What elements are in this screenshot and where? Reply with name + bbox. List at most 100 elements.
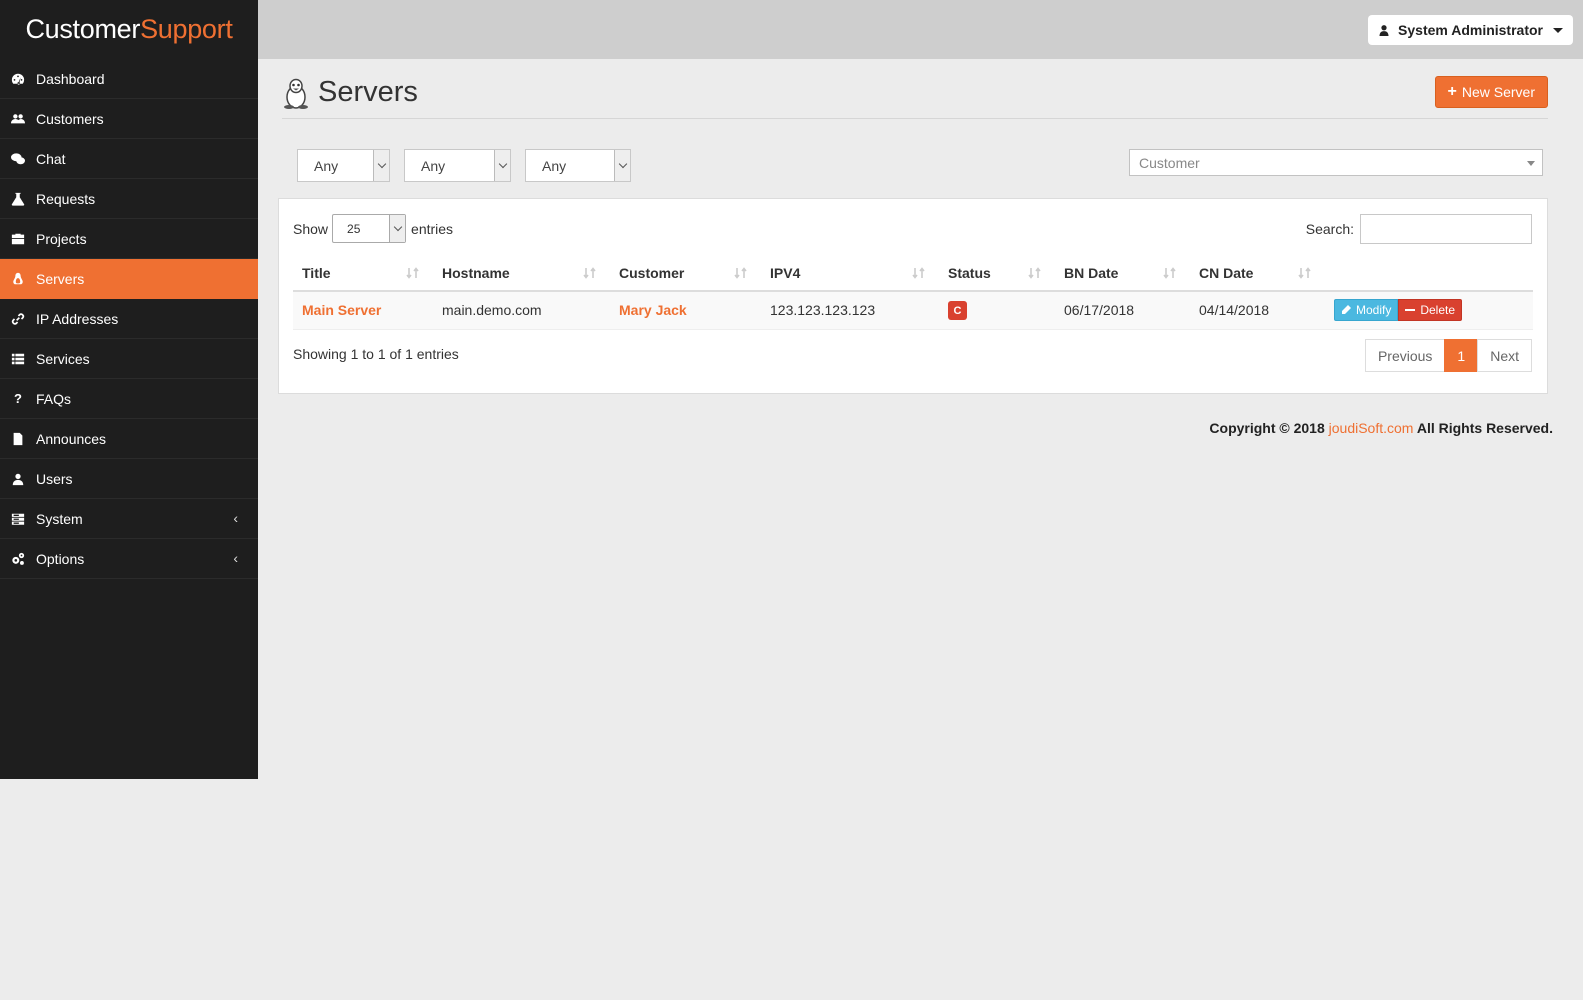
- sort-icon: [912, 267, 925, 279]
- pencil-icon: [1342, 305, 1351, 315]
- filter-value: Any: [421, 157, 446, 174]
- customer-link[interactable]: Mary Jack: [619, 302, 687, 318]
- column-header-cn-date[interactable]: CN Date: [1190, 256, 1325, 292]
- delete-button[interactable]: Delete: [1398, 299, 1463, 322]
- sort-icon: [406, 267, 419, 279]
- plus-icon: +: [1447, 83, 1457, 100]
- column-header-hostname[interactable]: Hostname: [433, 256, 610, 292]
- search-input[interactable]: [1360, 214, 1532, 244]
- sidebar-item-dashboard[interactable]: Dashboard: [0, 59, 258, 99]
- sort-icon: [1163, 267, 1176, 279]
- sidebar-item-servers[interactable]: Servers: [0, 259, 258, 299]
- previous-button[interactable]: Previous: [1364, 339, 1446, 372]
- page-1-button[interactable]: 1: [1444, 339, 1479, 372]
- cell-status: C: [939, 291, 1055, 330]
- search-label: Search:: [1305, 221, 1354, 237]
- sidebar-item-projects[interactable]: Projects: [0, 219, 258, 259]
- chevron-down-icon: [389, 215, 406, 242]
- pagination: Previous 1 Next: [1364, 339, 1532, 372]
- user-icon: [1379, 25, 1389, 36]
- table-row: Main Server main.demo.com Mary Jack 123.…: [293, 291, 1533, 330]
- sidebar-item-label: Users: [36, 470, 73, 487]
- chevron-down-icon: [614, 150, 630, 181]
- page-length-value: 25: [347, 221, 361, 236]
- brand-part2: Support: [140, 14, 233, 44]
- sidebar-item-options[interactable]: Options ‹: [0, 539, 258, 579]
- sidebar-item-users[interactable]: Users: [0, 459, 258, 499]
- sidebar-item-label: Servers: [36, 270, 85, 287]
- sidebar-item-faqs[interactable]: ? FAQs: [0, 379, 258, 419]
- filter-value: Any: [314, 157, 339, 174]
- sort-icon: [1298, 267, 1311, 279]
- next-button[interactable]: Next: [1477, 339, 1532, 372]
- servers-table: Title Hostname Customer IPV4 Status BN D…: [293, 256, 1533, 330]
- footer-link[interactable]: joudiSoft.com: [1329, 420, 1414, 436]
- list-icon: [10, 352, 26, 366]
- page-title: Servers: [318, 76, 418, 108]
- sidebar-item-announces[interactable]: Announces: [0, 419, 258, 459]
- sidebar-item-requests[interactable]: Requests: [0, 179, 258, 219]
- sidebar-item-label: Options: [36, 550, 85, 567]
- file-icon: [10, 432, 26, 446]
- cell-bn-date: 06/17/2018: [1055, 291, 1190, 330]
- sidebar-item-label: Dashboard: [36, 70, 105, 87]
- header-label: Hostname: [442, 265, 510, 281]
- cogs-icon: [10, 552, 26, 566]
- column-header-title[interactable]: Title: [293, 256, 433, 292]
- chat-icon: [10, 152, 26, 166]
- column-header-status[interactable]: Status: [939, 256, 1055, 292]
- chevron-left-icon: ‹: [233, 550, 238, 566]
- customer-select[interactable]: Customer: [1129, 149, 1543, 176]
- sidebar-item-label: Customers: [36, 110, 104, 127]
- page-length-select[interactable]: 25: [332, 214, 407, 243]
- cell-ipv4: 123.123.123.123: [761, 291, 939, 330]
- entries-label: entries: [411, 220, 454, 237]
- length-control: Show 25 entries: [293, 214, 453, 243]
- copyright-suffix: All Rights Reserved.: [1416, 420, 1553, 436]
- status-badge: C: [948, 301, 967, 320]
- page-header: Servers + New Server: [282, 76, 1548, 119]
- sidebar-item-label: IP Addresses: [36, 310, 119, 327]
- sidebar-item-services[interactable]: Services: [0, 339, 258, 379]
- copyright-prefix: Copyright © 2018: [1209, 420, 1325, 436]
- sidebar-item-ip-addresses[interactable]: IP Addresses: [0, 299, 258, 339]
- cell-actions: Modify Delete: [1325, 291, 1533, 330]
- sidebar-item-label: System: [36, 510, 83, 527]
- column-header-ipv4[interactable]: IPV4: [761, 256, 939, 292]
- show-label: Show: [293, 220, 329, 237]
- sort-icon: [734, 267, 747, 279]
- sidebar-item-label: Requests: [36, 190, 96, 207]
- filter-select-3[interactable]: Any: [525, 149, 631, 182]
- sidebar-item-system[interactable]: System ‹: [0, 499, 258, 539]
- sidebar-item-customers[interactable]: Customers: [0, 99, 258, 139]
- cell-cn-date: 04/14/2018: [1190, 291, 1325, 330]
- sidebar-item-chat[interactable]: Chat: [0, 139, 258, 179]
- caret-down-icon: [1553, 27, 1563, 33]
- customer-placeholder: Customer: [1139, 154, 1200, 171]
- linux-icon: [10, 272, 26, 286]
- sort-icon: [1028, 267, 1041, 279]
- brand-part1: Customer: [25, 14, 141, 44]
- users-icon: [10, 112, 26, 126]
- servers-table-panel: Show 25 entries Search: Title Hostname C…: [278, 198, 1548, 394]
- cell-customer: Mary Jack: [610, 291, 761, 330]
- filter-select-1[interactable]: Any: [297, 149, 390, 182]
- table-info: Showing 1 to 1 of 1 entries: [293, 346, 459, 362]
- modify-button[interactable]: Modify: [1334, 299, 1399, 322]
- filter-select-2[interactable]: Any: [404, 149, 511, 182]
- sidebar-item-label: Chat: [36, 150, 66, 167]
- table-header-row: Title Hostname Customer IPV4 Status BN D…: [293, 256, 1533, 292]
- dashboard-icon: [10, 72, 26, 86]
- server-title-link[interactable]: Main Server: [302, 302, 381, 318]
- question-icon: ?: [14, 391, 22, 406]
- column-header-bn-date[interactable]: BN Date: [1055, 256, 1190, 292]
- flask-icon: [10, 192, 26, 206]
- user-menu-button[interactable]: System Administrator: [1368, 15, 1573, 45]
- brand-logo[interactable]: Customer Support: [0, 0, 258, 59]
- cell-hostname: main.demo.com: [433, 291, 610, 330]
- new-server-button[interactable]: + New Server: [1434, 76, 1548, 108]
- topbar: System Administrator: [258, 0, 1583, 59]
- cell-title: Main Server: [293, 291, 433, 330]
- column-header-customer[interactable]: Customer: [610, 256, 761, 292]
- link-icon: [10, 312, 26, 326]
